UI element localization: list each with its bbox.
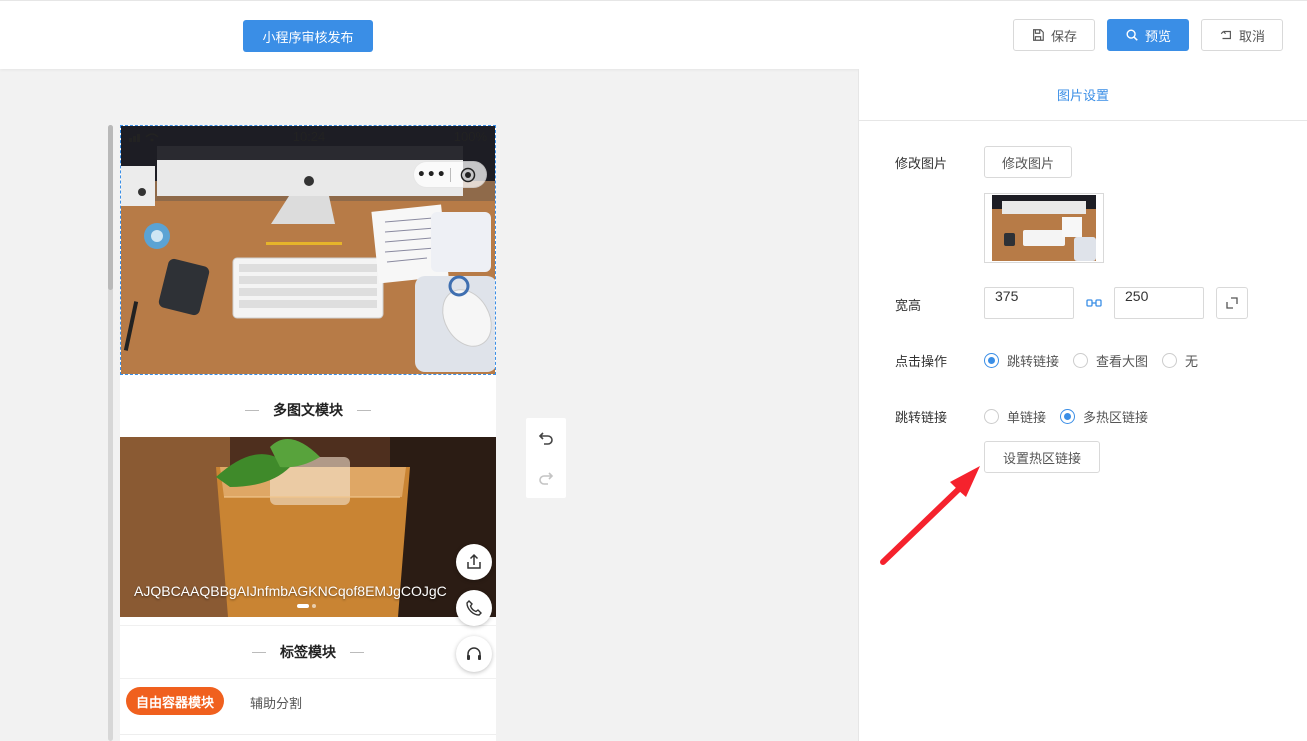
preview-button[interactable]: 预览 (1107, 19, 1189, 51)
expand-icon (1226, 297, 1238, 309)
save-label: 保存 (1050, 29, 1077, 45)
jump-link-radios: 单链接 多热区链接 (984, 407, 1162, 426)
link-ratio-icon[interactable] (1085, 295, 1103, 311)
canvas-scrollbar[interactable] (108, 125, 113, 741)
undo-icon (538, 432, 553, 445)
radio-none-label: 无 (1185, 355, 1199, 370)
phone-call-button[interactable] (456, 590, 492, 626)
set-hotspot-button[interactable]: 设置热区链接 (984, 441, 1100, 473)
height-input[interactable]: 250 (1114, 287, 1204, 319)
radio-jump-link-label: 跳转链接 (1007, 355, 1060, 370)
tab-image-settings[interactable]: 图片设置 (859, 69, 1307, 121)
preview-label: 预览 (1144, 29, 1171, 45)
thumbnail-desk-photo (992, 195, 1096, 261)
width-input[interactable]: 375 (984, 287, 1074, 319)
miniprogram-capsule: ••• (413, 161, 487, 188)
radio-multi-hotspot[interactable]: 多热区链接 (1060, 407, 1148, 426)
radio-view-large[interactable]: 查看大图 (1073, 351, 1148, 370)
save-icon (1033, 29, 1044, 41)
radio-multi-hotspot-label: 多热区链接 (1083, 411, 1149, 426)
size-label: 宽高 (895, 299, 922, 314)
redo-icon (539, 472, 554, 485)
carousel-slide[interactable]: AJQBCAAQBBgAIJnfmbAGKNCqof8EMJgCOJgC (120, 437, 496, 617)
modify-image-label: 修改图片 (895, 157, 948, 172)
share-button[interactable] (456, 544, 492, 580)
radio-single-link[interactable]: 单链接 (984, 407, 1046, 426)
redo-button[interactable] (526, 458, 566, 498)
return-icon (1220, 30, 1231, 40)
status-battery: 100% (453, 129, 487, 144)
close-target-icon (460, 167, 476, 182)
radio-view-large-label: 查看大图 (1096, 355, 1149, 370)
cancel-label: 取消 (1238, 29, 1265, 45)
status-time: 10:24 (292, 129, 326, 144)
history-controls (526, 418, 566, 498)
carousel-indicator (297, 604, 316, 608)
more-dots-icon: ••• (416, 166, 447, 183)
undo-button[interactable] (526, 418, 566, 458)
phone-status-bar: 10:24 100% (121, 126, 495, 148)
jump-link-label: 跳转链接 (895, 411, 948, 426)
section-title-multi: 多图文模块 (120, 383, 496, 437)
phone-icon (466, 600, 482, 616)
share-icon (467, 553, 481, 569)
radio-single-link-label: 单链接 (1007, 411, 1047, 426)
publish-button[interactable]: 小程序审核发布 (243, 20, 373, 52)
settings-panel: 图片设置 修改图片 修改图片 宽高 375 250 点击操作 跳转链接 查看大图… (858, 69, 1307, 741)
radio-none[interactable]: 无 (1162, 351, 1198, 370)
image-thumbnail[interactable] (984, 193, 1104, 263)
chain-link-icon (1086, 299, 1102, 307)
top-toolbar: 小程序审核发布 保存 预览 取消 (0, 0, 1307, 69)
headset-icon (467, 647, 481, 660)
tag-row: 自由容器模块 辅助分割 (120, 679, 496, 735)
click-action-label: 点击操作 (895, 355, 948, 370)
fullscreen-button[interactable] (1216, 287, 1248, 319)
section-title-tag: 标签模块 (120, 625, 496, 679)
slide-caption: AJQBCAAQBBgAIJnfmbAGKNCqof8EMJgCOJgC (134, 583, 447, 599)
section-title-multi-text: 多图文模块 (273, 403, 343, 419)
tag-free-container[interactable]: 自由容器模块 (126, 687, 225, 715)
save-button[interactable]: 保存 (1013, 19, 1095, 51)
radio-jump-link[interactable]: 跳转链接 (984, 351, 1059, 370)
modify-image-button[interactable]: 修改图片 (984, 146, 1072, 178)
image-module-selected[interactable]: 10:24 100% ••• (120, 125, 496, 375)
canvas-scrollbar-thumb[interactable] (108, 125, 113, 290)
search-icon (1126, 29, 1138, 41)
phone-preview: 10:24 100% ••• 多图文模块 AJQBCAAQBBgAIJnfmbA… (120, 125, 496, 741)
section-title-tag-text: 标签模块 (280, 645, 336, 661)
customer-service-button[interactable] (456, 636, 492, 672)
cancel-button[interactable]: 取消 (1201, 19, 1283, 51)
click-action-radios: 跳转链接 查看大图 无 (984, 351, 1212, 370)
tag-divider[interactable]: 辅助分割 (250, 693, 302, 712)
